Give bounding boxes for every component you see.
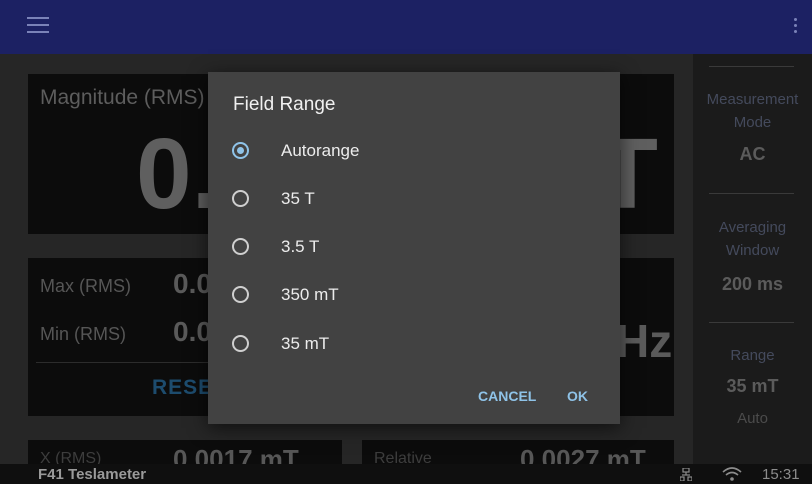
range-label: Range bbox=[730, 347, 775, 364]
app-bar bbox=[0, 0, 812, 54]
magnitude-label: Magnitude (RMS) bbox=[40, 86, 205, 109]
radio-unselected-icon[interactable] bbox=[232, 335, 249, 352]
settings-panel: Measurement Mode AC Averaging Window 200… bbox=[693, 54, 812, 464]
cancel-button[interactable]: CANCEL bbox=[478, 388, 536, 404]
relative-label: Relative bbox=[374, 450, 432, 464]
radio-unselected-icon[interactable] bbox=[232, 286, 249, 303]
x-rms-label: X (RMS) bbox=[40, 450, 102, 464]
radio-unselected-icon[interactable] bbox=[232, 190, 249, 207]
option-35-t[interactable]: 35 T bbox=[232, 182, 592, 218]
panel-divider bbox=[709, 193, 794, 194]
magnitude-value: 0. bbox=[136, 118, 220, 230]
max-value: 0.0 bbox=[173, 268, 212, 299]
range-mode: Auto bbox=[737, 410, 768, 427]
panel-divider bbox=[709, 322, 794, 323]
hamburger-menu-icon[interactable] bbox=[27, 17, 49, 35]
ok-button[interactable]: OK bbox=[567, 388, 588, 404]
measurement-mode-label: Measurement Mode bbox=[706, 91, 799, 131]
measurement-mode-setting[interactable]: Measurement Mode AC bbox=[693, 78, 812, 188]
measurement-mode-value: AC bbox=[739, 144, 766, 164]
frequency-unit: Hz bbox=[616, 315, 673, 367]
option-3-5-t[interactable]: 3.5 T bbox=[232, 230, 592, 266]
range-value: 35 mT bbox=[726, 376, 779, 396]
field-range-dialog: Field Range Autorange 35 T 3.5 T 350 mT … bbox=[208, 72, 620, 424]
more-vert-icon[interactable] bbox=[791, 15, 799, 39]
panel-divider bbox=[709, 66, 794, 67]
averaging-window-label: Averaging Window bbox=[718, 219, 787, 259]
option-label: 3.5 T bbox=[281, 237, 320, 256]
min-value: 0.0 bbox=[173, 316, 212, 347]
range-setting[interactable]: Range 35 mT Auto bbox=[693, 332, 812, 442]
x-rms-value: 0.0017 mT bbox=[173, 444, 299, 464]
network-icon bbox=[680, 468, 692, 481]
relative-card: Relative 0.0027 mT bbox=[362, 440, 674, 464]
option-35-mt[interactable]: 35 mT bbox=[232, 327, 592, 363]
dialog-title: Field Range bbox=[233, 94, 336, 115]
averaging-window-value: 200 ms bbox=[721, 274, 784, 294]
option-350-mt[interactable]: 350 mT bbox=[232, 278, 592, 314]
option-label: 35 T bbox=[281, 189, 315, 208]
max-label: Max (RMS) bbox=[40, 276, 131, 296]
x-rms-card: X (RMS) 0.0017 mT bbox=[28, 440, 342, 464]
option-autorange[interactable]: Autorange bbox=[232, 134, 592, 170]
option-label: Autorange bbox=[281, 141, 360, 160]
clock: 15:31 bbox=[762, 466, 800, 483]
divider bbox=[36, 362, 226, 363]
relative-value: 0.0027 mT bbox=[520, 444, 646, 464]
wifi-icon bbox=[722, 467, 742, 481]
averaging-window-setting[interactable]: Averaging Window 200 ms bbox=[693, 204, 812, 314]
min-label: Min (RMS) bbox=[40, 324, 126, 344]
status-bar: F41 Teslameter 15:31 bbox=[0, 464, 812, 484]
radio-selected-icon[interactable] bbox=[232, 142, 249, 159]
option-label: 35 mT bbox=[281, 334, 330, 353]
device-name: F41 Teslameter bbox=[38, 466, 147, 483]
option-label: 350 mT bbox=[281, 285, 339, 304]
radio-unselected-icon[interactable] bbox=[232, 238, 249, 255]
